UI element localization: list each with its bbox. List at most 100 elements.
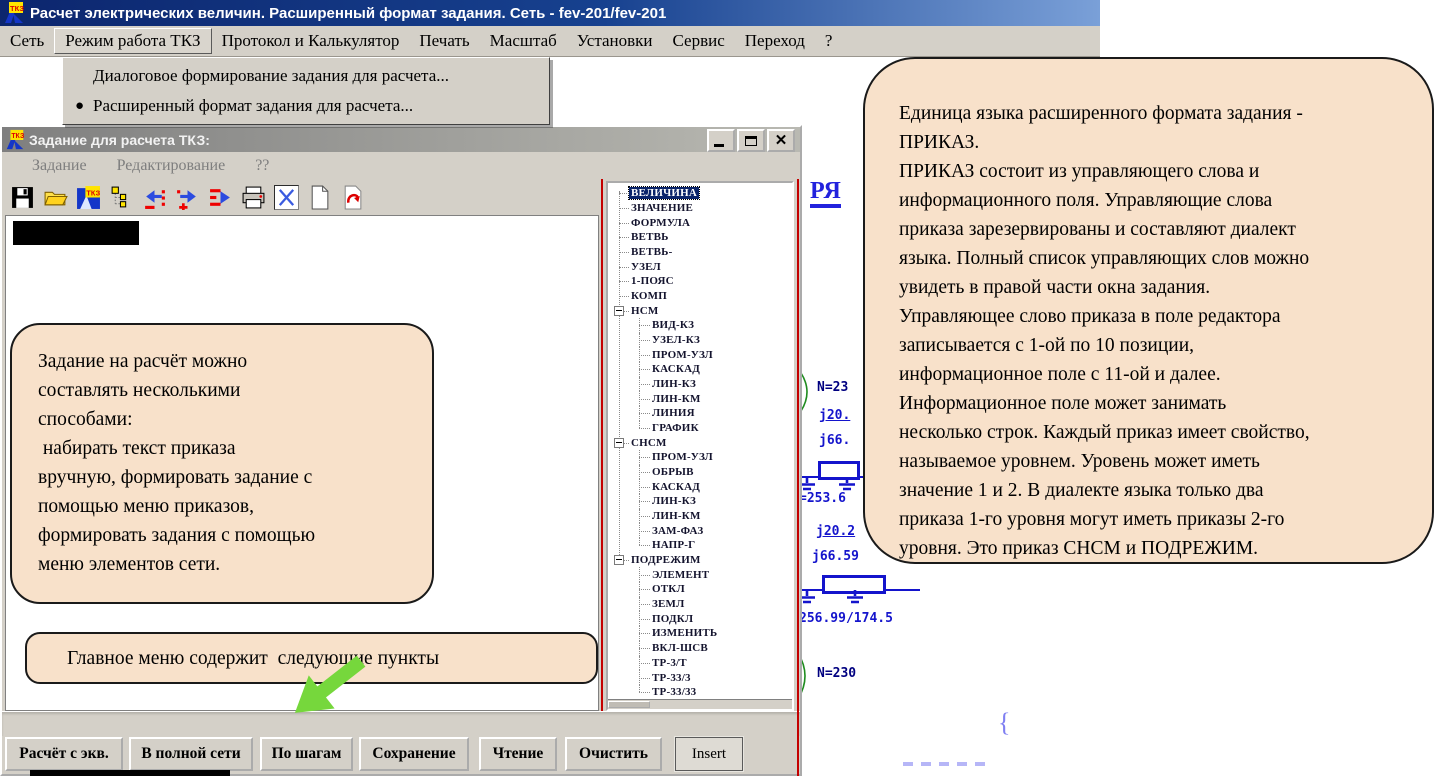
tree-item-label: ПРОМ-УЗЛ xyxy=(652,349,713,361)
tree-item-тр-33/3[interactable]: ТР-33/3 xyxy=(608,670,792,685)
tree-item-снсм[interactable]: СНСМ xyxy=(608,435,792,450)
tree-item-label: ЛИН-КЗ xyxy=(652,378,696,390)
main-menu-item-6[interactable]: Установки xyxy=(567,29,663,53)
print-icon[interactable] xyxy=(241,185,266,210)
action-button-6[interactable]: Очистить xyxy=(565,737,662,771)
tree-item-элемент[interactable]: ЭЛЕМЕНТ xyxy=(608,567,792,582)
action-button-4[interactable]: Сохранение xyxy=(359,737,469,771)
dropdown-item-1[interactable]: Диалоговое формирование задания для расч… xyxy=(63,61,549,91)
move-left-icon[interactable] xyxy=(142,185,167,210)
tree-item-label: КАСКАД xyxy=(652,363,700,375)
task-menu-item-2[interactable]: Редактирование xyxy=(117,157,226,175)
task-window-titlebar[interactable]: ТКЗ Задание для расчета ТКЗ: ✕ xyxy=(2,127,800,152)
main-menu-item-7[interactable]: Сервис xyxy=(663,29,735,53)
action-button-5[interactable]: Чтение xyxy=(479,737,557,771)
tree-item-нсм[interactable]: НСМ xyxy=(608,303,792,318)
tree-item-узел[interactable]: УЗЕЛ xyxy=(608,259,792,274)
tree-item-ветвь-[interactable]: ВЕТВЬ- xyxy=(608,245,792,260)
tree-item-график[interactable]: ГРАФИК xyxy=(608,421,792,436)
tree-collapse-icon[interactable] xyxy=(614,306,624,316)
tree-item-подрежим[interactable]: ПОДРЕЖИМ xyxy=(608,553,792,568)
branch-value-j66: j66. xyxy=(819,433,850,448)
main-menu-item-3[interactable]: Протокол и Калькулятор xyxy=(212,29,410,53)
tree-item-1-пояс[interactable]: 1-ПОЯС xyxy=(608,274,792,289)
tree-item-формула[interactable]: ФОРМУЛА xyxy=(608,215,792,230)
tree-item-label: ЗНАЧЕНИЕ xyxy=(631,202,693,214)
tree-item-label: ЗЕМЛ xyxy=(652,598,685,610)
tkz-task-icon[interactable]: ТКЗ xyxy=(76,185,101,210)
callout-left-text: Задание на расчёт можно составлять неско… xyxy=(38,347,422,579)
tree-item-тр-33/33[interactable]: ТР-33/33 xyxy=(608,685,792,700)
tree-item-линия[interactable]: ЛИНИЯ xyxy=(608,406,792,421)
tree-item-label: ВЕЛИЧИНА xyxy=(629,187,699,199)
tree-item-тр-3/т[interactable]: ТР-3/Т xyxy=(608,656,792,671)
tree-collapse-icon[interactable] xyxy=(614,438,624,448)
branch-value-j20-2[interactable]: j20.2 xyxy=(816,524,855,539)
tree-item-значение[interactable]: ЗНАЧЕНИЕ xyxy=(608,201,792,216)
move-right-icon[interactable] xyxy=(175,185,200,210)
main-menu-item-4[interactable]: Печать xyxy=(409,29,479,53)
tree-item-земл[interactable]: ЗЕМЛ xyxy=(608,597,792,612)
tree-item-пром-узл[interactable]: ПРОМ-УЗЛ xyxy=(608,347,792,362)
action-button-7[interactable]: Insert xyxy=(675,737,743,771)
minimize-button[interactable] xyxy=(707,129,735,152)
delete-x-icon[interactable] xyxy=(274,185,299,210)
tree-item-изменить[interactable]: ИЗМЕНИТЬ xyxy=(608,626,792,641)
green-arrow-annotation xyxy=(278,652,378,722)
tree-item-label: УЗЕЛ-КЗ xyxy=(652,334,700,346)
app-icon: ТКЗ xyxy=(2,1,26,25)
close-button[interactable]: ✕ xyxy=(767,129,795,152)
tree-item-каскад[interactable]: КАСКАД xyxy=(608,479,792,494)
tree-item-подкл[interactable]: ПОДКЛ xyxy=(608,611,792,626)
action-button-3[interactable]: По шагам xyxy=(260,737,353,771)
main-menu-item-1[interactable]: Сеть xyxy=(0,29,54,53)
tree-item-лин-км[interactable]: ЛИН-КМ xyxy=(608,391,792,406)
tree-item-label: ВЕТВЬ xyxy=(631,231,669,243)
main-menu-item-9[interactable]: ? xyxy=(815,29,843,53)
main-menu-item-2[interactable]: Режим работа ТКЗ xyxy=(54,28,211,54)
tree-item-лин-км[interactable]: ЛИН-КМ xyxy=(608,509,792,524)
tree-item-величина[interactable]: ВЕЛИЧИНА xyxy=(608,186,792,201)
main-menu-item-8[interactable]: Переход xyxy=(735,29,815,53)
new-document-icon[interactable] xyxy=(307,185,332,210)
tree-item-лин-кз[interactable]: ЛИН-КЗ xyxy=(608,494,792,509)
dropdown-item-2[interactable]: ●Расширенный формат задания для расчета.… xyxy=(63,91,549,121)
task-menu-item-3[interactable]: ?? xyxy=(255,157,269,175)
value-253: =253.6 xyxy=(799,491,846,506)
main-window-titlebar[interactable]: ТКЗ Расчет электрических величин. Расшир… xyxy=(0,0,1100,26)
maximize-button[interactable] xyxy=(737,129,765,152)
tree-item-label: ТР-3/Т xyxy=(652,657,687,669)
main-menu-item-5[interactable]: Масштаб xyxy=(480,29,567,53)
resistor-symbol xyxy=(822,575,886,594)
tree-menu-icon[interactable] xyxy=(109,185,134,210)
tree-item-вкл-шсв[interactable]: ВКЛ-ШСВ xyxy=(608,641,792,656)
action-button-1[interactable]: Расчёт с экв. xyxy=(5,737,123,771)
command-tree: ВЕЛИЧИНА ЗНАЧЕНИЕФОРМУЛАВЕТВЬ ВЕТВЬ-УЗЕЛ1-… xyxy=(608,183,792,700)
svg-text:ТКЗ: ТКЗ xyxy=(86,188,100,197)
tree-item-узел-кз[interactable]: УЗЕЛ-КЗ xyxy=(608,333,792,348)
undo-page-icon[interactable] xyxy=(340,185,365,210)
tree-collapse-icon[interactable] xyxy=(614,555,624,565)
branch-value-j20[interactable]: j20. xyxy=(819,408,850,423)
tree-item-напр-г[interactable]: НАПР-Г xyxy=(608,538,792,553)
tree-item-откл[interactable]: ОТКЛ xyxy=(608,582,792,597)
tree-hscrollbar[interactable] xyxy=(608,699,792,709)
tree-item-зам-фаз[interactable]: ЗАМ-ФАЗ xyxy=(608,523,792,538)
save-icon[interactable] xyxy=(10,185,35,210)
tree-hscroll-thumb[interactable] xyxy=(608,701,650,708)
task-menu-item-1[interactable]: Задание xyxy=(32,157,87,175)
tree-item-лин-кз[interactable]: ЛИН-КЗ xyxy=(608,377,792,392)
tree-item-обрыв[interactable]: ОБРЫВ xyxy=(608,465,792,480)
open-folder-icon[interactable] xyxy=(43,185,68,210)
diagram-node-label: РЯ xyxy=(810,178,841,208)
indent-right-icon[interactable] xyxy=(208,185,233,210)
action-button-2[interactable]: В полной сети xyxy=(129,737,253,771)
tree-item-label: ЛИНИЯ xyxy=(652,407,695,419)
tree-item-пром-узл[interactable]: ПРОМ-УЗЛ xyxy=(608,450,792,465)
tree-item-label: 1-ПОЯС xyxy=(631,275,674,287)
tree-item-ветвь[interactable]: ВЕТВЬ xyxy=(608,230,792,245)
tree-item-каскад[interactable]: КАСКАД xyxy=(608,362,792,377)
tree-item-label: ЭЛЕМЕНТ xyxy=(652,569,709,581)
tree-item-комп[interactable]: КОМП xyxy=(608,289,792,304)
tree-item-вид-кз[interactable]: ВИД-КЗ xyxy=(608,318,792,333)
